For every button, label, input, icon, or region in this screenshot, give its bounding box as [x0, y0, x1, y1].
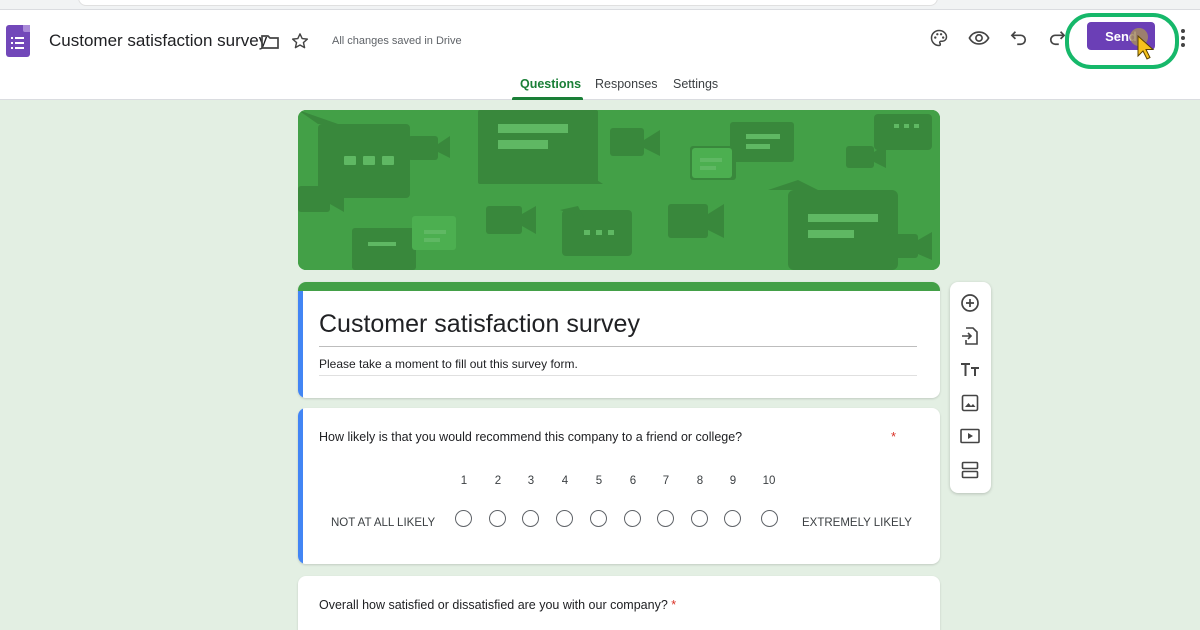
redo-icon[interactable] [1047, 27, 1067, 49]
forms-logo-icon[interactable] [6, 25, 30, 57]
scale-high-label: EXTREMELY LIKELY [802, 517, 912, 529]
scale-number: 2 [494, 475, 502, 487]
add-section-icon[interactable] [959, 459, 981, 481]
scale-radio-8[interactable] [691, 510, 708, 527]
scale-radio-4[interactable] [556, 510, 573, 527]
question-text[interactable]: How likely is that you would recommend t… [319, 430, 742, 444]
divider [319, 346, 917, 347]
scale-number: 4 [561, 475, 569, 487]
tab-responses[interactable]: Responses [595, 77, 658, 91]
active-card-indicator [298, 291, 303, 398]
highlight-annotation [1065, 13, 1179, 69]
browser-toolbar [0, 0, 1200, 10]
import-questions-icon[interactable] [959, 325, 981, 347]
scale-number: 3 [527, 475, 535, 487]
header-image [298, 110, 940, 270]
address-bar[interactable] [78, 0, 938, 6]
scale-low-label: NOT AT ALL LIKELY [331, 517, 436, 529]
scale-radio-10[interactable] [761, 510, 778, 527]
scale-number: 5 [595, 475, 603, 487]
required-marker: * [891, 429, 897, 444]
forms-header: Customer satisfaction survey All changes… [0, 10, 1200, 100]
question-text[interactable]: Overall how satisfied or dissatisfied ar… [319, 598, 676, 612]
scale-number: 6 [629, 475, 637, 487]
preview-eye-icon[interactable] [967, 27, 991, 49]
question-toolbar [950, 282, 991, 493]
form-description[interactable]: Please take a moment to fill out this su… [319, 357, 578, 371]
form-tabs: Questions Responses Settings [0, 72, 1200, 100]
scale-number: 7 [662, 475, 670, 487]
form-title[interactable]: Customer satisfaction survey [319, 310, 640, 339]
mouse-cursor-icon [1129, 28, 1159, 67]
add-video-icon[interactable] [959, 425, 981, 447]
scale-number: 9 [729, 475, 737, 487]
question-card[interactable]: How likely is that you would recommend t… [298, 408, 940, 564]
question-card[interactable]: Overall how satisfied or dissatisfied ar… [298, 576, 940, 630]
scale-number: 8 [696, 475, 704, 487]
scale-number: 10 [762, 475, 776, 487]
tab-questions[interactable]: Questions [520, 77, 581, 91]
theme-color-bar [298, 282, 940, 291]
scale-radio-1[interactable] [455, 510, 472, 527]
tab-settings[interactable]: Settings [673, 77, 718, 91]
undo-icon[interactable] [1008, 27, 1030, 49]
form-header-card: Customer satisfaction survey Please take… [298, 282, 940, 398]
required-marker: * [671, 598, 677, 612]
add-question-icon[interactable] [959, 292, 981, 314]
document-title[interactable]: Customer satisfaction survey [49, 31, 267, 51]
divider [319, 375, 917, 376]
scale-radio-9[interactable] [724, 510, 741, 527]
scale-radio-6[interactable] [624, 510, 641, 527]
active-tab-indicator [512, 97, 583, 100]
active-card-indicator [298, 408, 303, 564]
star-icon[interactable] [290, 31, 310, 51]
folder-icon[interactable] [260, 31, 280, 51]
question-text-label: Overall how satisfied or dissatisfied ar… [319, 598, 668, 612]
palette-icon[interactable] [928, 27, 950, 49]
save-status: All changes saved in Drive [332, 35, 462, 47]
scale-radio-3[interactable] [522, 510, 539, 527]
scale-radio-5[interactable] [590, 510, 607, 527]
add-title-icon[interactable] [959, 359, 981, 381]
scale-radio-7[interactable] [657, 510, 674, 527]
scale-number: 1 [460, 475, 468, 487]
scale-radio-2[interactable] [489, 510, 506, 527]
add-image-icon[interactable] [959, 392, 981, 414]
more-vert-icon[interactable] [1176, 26, 1190, 50]
